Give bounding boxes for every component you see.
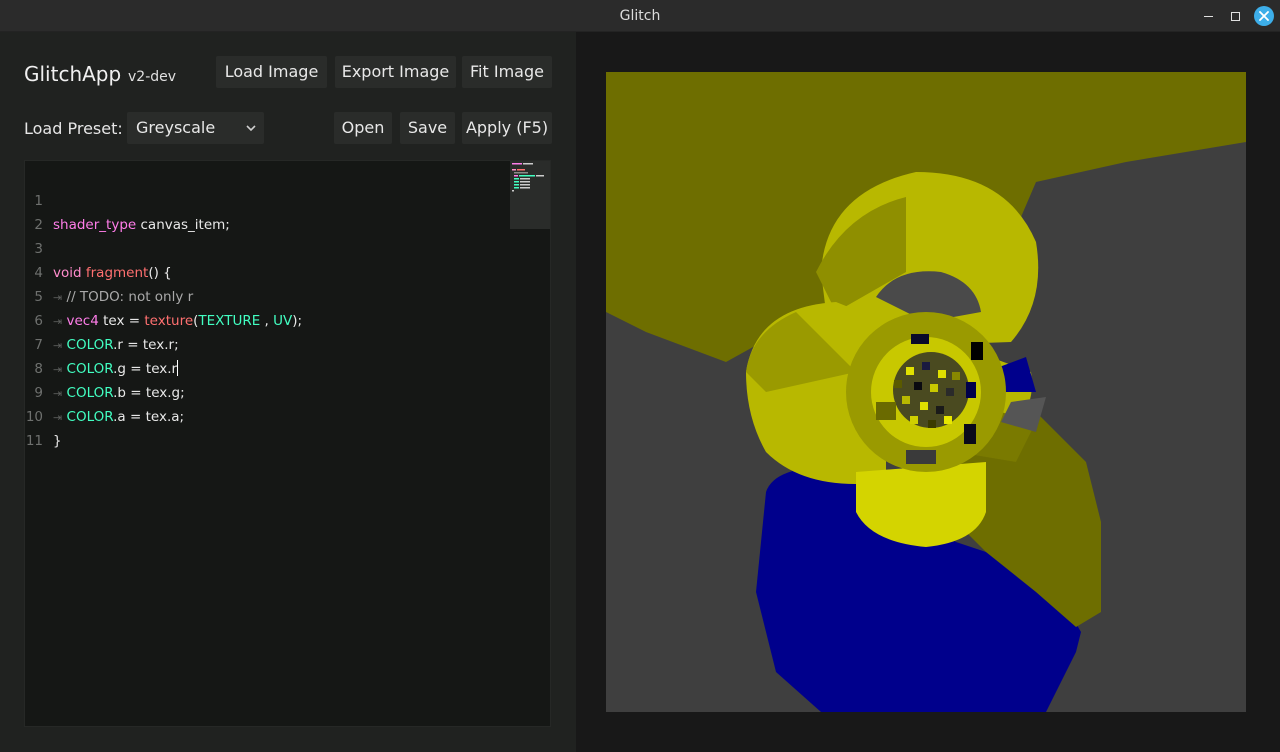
code-line: 10 } [25, 381, 62, 449]
code-token: canvas_item; [136, 217, 230, 233]
code-line: 11 [25, 405, 43, 449]
save-button[interactable]: Save [400, 112, 455, 144]
code-line: 4 ⇥ // TODO: not only r [25, 237, 193, 305]
load-preset-label: Load Preset: [24, 119, 123, 138]
code-line: 2 [25, 189, 43, 233]
export-image-button[interactable]: Export Image [335, 56, 456, 88]
code-token: shader_type [53, 217, 137, 233]
app-version: v2-dev [128, 69, 177, 85]
code-token: .g = tex.r [113, 361, 178, 377]
code-line: 6 ⇥ COLOR.r = tex.r; [25, 285, 178, 353]
maximize-icon[interactable] [1227, 8, 1243, 24]
preset-select[interactable]: Greyscale [127, 112, 264, 144]
code-token: // TODO: not only r [66, 289, 194, 305]
code-token: UV [273, 313, 293, 329]
code-token: vec4 [66, 313, 99, 329]
title-bar: Glitch [0, 0, 1280, 32]
preset-selected-value: Greyscale [136, 118, 216, 137]
code-line: 3 void fragment() { [25, 213, 171, 281]
line-number: 11 [25, 433, 43, 449]
code-token: COLOR [66, 337, 114, 353]
fit-image-button[interactable]: Fit Image [462, 56, 552, 88]
close-icon[interactable] [1254, 6, 1274, 26]
code-line: 1 shader_type canvas_item; [25, 165, 229, 233]
window-title: Glitch [619, 8, 661, 24]
shader-code-editor[interactable]: 1 shader_type canvas_item; 2 3 void frag… [24, 160, 551, 727]
code-token: tex = [98, 313, 145, 329]
code-token: .a = tex.a; [113, 409, 185, 425]
code-token: , [260, 313, 274, 329]
app-name: GlitchApp [24, 62, 122, 86]
code-token: texture [144, 313, 194, 329]
text-caret [177, 360, 179, 376]
code-token: () { [148, 265, 172, 281]
tab-indent-icon: ⇥ [53, 363, 63, 376]
load-image-button[interactable]: Load Image [216, 56, 327, 88]
tab-indent-icon: ⇥ [53, 411, 63, 424]
open-button[interactable]: Open [334, 112, 392, 144]
code-token: void [53, 265, 82, 281]
code-token: } [53, 433, 62, 449]
code-token: ); [292, 313, 303, 329]
tab-indent-icon: ⇥ [53, 291, 63, 304]
code-line: 5 ⇥ vec4 tex = texture(TEXTURE , UV); [25, 261, 302, 329]
tab-indent-icon: ⇥ [53, 315, 63, 328]
code-token: COLOR [66, 385, 114, 401]
code-token: fragment [85, 265, 149, 281]
code-minimap[interactable] [510, 161, 550, 229]
code-token: .r = tex.r; [113, 337, 179, 353]
code-token: TEXTURE [198, 313, 261, 329]
tab-indent-icon: ⇥ [53, 339, 63, 352]
image-preview-canvas[interactable] [606, 72, 1246, 712]
code-token: COLOR [66, 409, 114, 425]
code-token: .b = tex.g; [113, 385, 185, 401]
chevron-down-icon [246, 125, 256, 132]
minimize-icon[interactable] [1201, 8, 1217, 24]
code-token: COLOR [66, 361, 114, 377]
tab-indent-icon: ⇥ [53, 387, 63, 400]
code-line: 9 ⇥ COLOR.a = tex.a; [25, 357, 184, 425]
code-line: 8 ⇥ COLOR.b = tex.g; [25, 333, 184, 401]
apply-button[interactable]: Apply (F5) [462, 112, 552, 144]
code-line: 7 ⇥ COLOR.g = tex.r [25, 309, 179, 377]
